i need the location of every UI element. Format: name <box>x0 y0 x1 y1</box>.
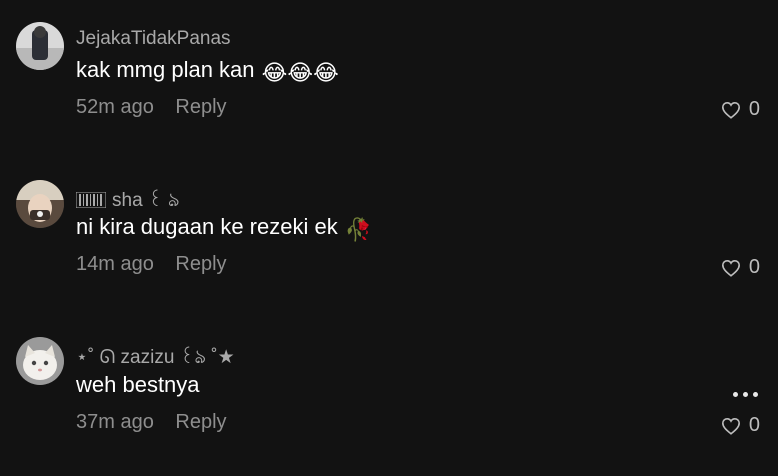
heart-icon[interactable] <box>721 417 741 435</box>
like-count: 0 <box>748 256 760 278</box>
like-button[interactable]: 0 <box>721 256 760 279</box>
avatar[interactable] <box>16 180 64 228</box>
reply-button[interactable]: Reply <box>175 253 226 275</box>
comment-text: ni kira dugaan ke rezeki ek 🥀 <box>76 214 372 243</box>
heart-icon[interactable] <box>721 259 741 277</box>
comment-body: ni kira dugaan ke rezeki ek <box>76 214 338 239</box>
more-dot <box>733 392 738 397</box>
like-button[interactable]: 0 <box>721 414 760 437</box>
more-options-icon[interactable] <box>733 392 758 397</box>
like-count: 0 <box>748 414 760 436</box>
comment-meta: 37m ago Reply <box>76 411 227 434</box>
comment-text: weh bestnya <box>76 372 200 397</box>
comment-meta: 14m ago Reply <box>76 253 227 276</box>
avatar[interactable] <box>16 337 64 385</box>
reply-button[interactable]: Reply <box>175 411 226 433</box>
comment-timestamp: 14m ago <box>76 253 154 275</box>
wilted-flower-emoji: 🥀 <box>344 217 373 242</box>
more-dot <box>743 392 748 397</box>
comment-username-text[interactable]: sha ꒰ ঌ <box>112 190 179 211</box>
barcode-icon <box>76 192 106 208</box>
more-dot <box>753 392 758 397</box>
comment-username[interactable]: ⋆˚ ᘏ zazizu ꒰ঌ ˚★ <box>76 343 235 375</box>
comment-timestamp: 37m ago <box>76 411 154 433</box>
comment-item: ⋆˚ ᘏ zazizu ꒰ঌ ˚★ weh bestnya 37m ago Re… <box>0 0 778 436</box>
